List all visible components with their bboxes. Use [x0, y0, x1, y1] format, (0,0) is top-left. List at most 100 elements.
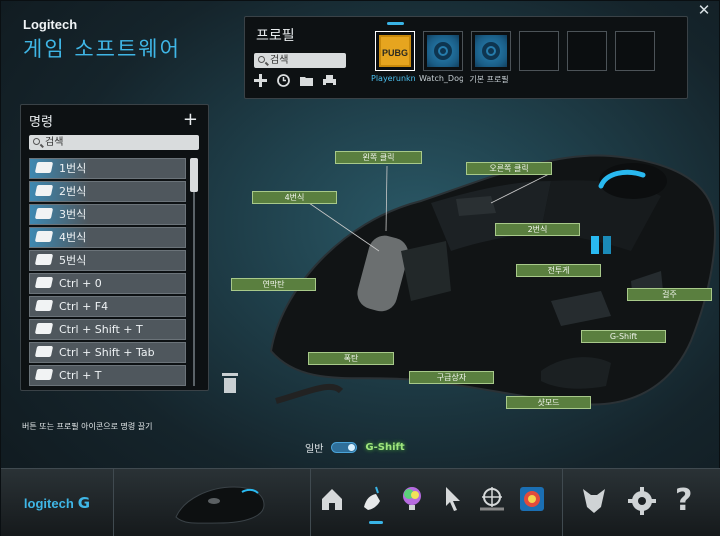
gear-icon — [475, 35, 507, 67]
profile-search-placeholder: 검색 — [270, 55, 289, 66]
command-item[interactable]: 2번식 — [29, 181, 186, 202]
commands-title: 명령 — [29, 115, 53, 130]
customize-buttons-icon[interactable] — [356, 483, 388, 515]
key-icon — [34, 277, 54, 288]
add-command-button[interactable]: + — [183, 111, 198, 129]
arx-control-icon[interactable] — [579, 485, 609, 517]
command-item[interactable]: Ctrl + 0 — [29, 273, 186, 294]
active-profile-marker — [387, 22, 404, 25]
profile-panel: 프로필 검색 PUBG Playerunkn Watch_Dog 기본 프로필 — [244, 16, 688, 99]
settings-icon[interactable] — [627, 485, 657, 517]
key-icon — [34, 323, 54, 334]
profile-slot-empty[interactable] — [615, 31, 655, 71]
home-icon[interactable] — [316, 483, 348, 515]
key-icon — [34, 300, 54, 311]
heatmap-icon[interactable] — [516, 483, 548, 515]
callout-left-click[interactable]: 왼쪽 클릭 — [335, 151, 422, 164]
command-item[interactable]: 1번식 — [29, 158, 186, 179]
profile-slot-label: Watch_Dogs — [419, 74, 463, 83]
command-item[interactable]: 5번식 — [29, 250, 186, 271]
command-list: 1번식 2번식 3번식 4번식 5번식 Ctrl + 0 Ctrl + F4 C… — [29, 158, 186, 388]
callout-button-4[interactable]: 4번식 — [252, 191, 337, 204]
profile-slots: PUBG — [375, 22, 655, 71]
command-search-input[interactable]: 검색 — [29, 135, 199, 150]
drag-hint: 버튼 또는 프로필 아이콘으로 명령 끌기 — [22, 422, 153, 431]
key-icon — [34, 185, 54, 196]
mode-gshift-label: G-Shift — [365, 442, 405, 453]
command-label: 1번식 — [59, 162, 87, 175]
callout-key-b[interactable]: 걸주 — [627, 288, 712, 301]
command-item[interactable]: Ctrl + F4 — [29, 296, 186, 317]
profile-slot-empty[interactable] — [567, 31, 607, 71]
callout-key-a[interactable]: 전투게 — [516, 264, 601, 277]
command-item[interactable]: Ctrl + T — [29, 365, 186, 386]
mouse-illustration — [269, 154, 716, 406]
command-item[interactable]: Ctrl + Shift + T — [29, 319, 186, 340]
mode-normal-label: 일반 — [305, 444, 324, 455]
profile-slot-label: Playerunknov — [371, 74, 415, 83]
profile-toolbar — [253, 73, 337, 89]
command-item[interactable]: 4번식 — [29, 227, 186, 248]
key-icon — [34, 231, 54, 242]
key-icon — [34, 162, 54, 173]
command-label: Ctrl + 0 — [59, 277, 102, 290]
command-label: Ctrl + Shift + T — [59, 323, 143, 336]
scroll-track — [193, 158, 195, 386]
gear-icon — [427, 35, 459, 67]
command-label: 3번식 — [59, 208, 87, 221]
feature-toolbar — [316, 483, 548, 515]
command-item[interactable]: 3번식 — [29, 204, 186, 225]
scroll-thumb[interactable] — [190, 158, 198, 192]
key-icon — [34, 346, 54, 357]
callout-key-c[interactable]: 폭탄 — [308, 352, 394, 365]
command-label: Ctrl + F4 — [59, 300, 109, 313]
clock-icon[interactable] — [276, 73, 291, 88]
switch-knob — [348, 444, 356, 451]
callout-key-d[interactable]: 구급상자 — [409, 371, 494, 384]
surface-tuning-icon[interactable] — [476, 483, 508, 515]
callout-key-e[interactable]: 샷모드 — [506, 396, 591, 409]
profile-slot-label: 기본 프로필 — [469, 75, 509, 84]
profile-slot-watch-dogs[interactable] — [423, 31, 463, 71]
command-scrollbar[interactable] — [190, 158, 198, 386]
command-label: 2번식 — [59, 185, 87, 198]
folder-icon[interactable] — [299, 73, 314, 88]
mode-toggle: 일반 G-Shift — [305, 440, 405, 455]
profile-slot-default[interactable] — [471, 31, 511, 71]
callout-gshift[interactable]: G-Shift — [581, 330, 666, 343]
active-feature-marker — [369, 521, 383, 524]
profile-slot-empty[interactable] — [519, 31, 559, 71]
system-toolbar: ? — [562, 469, 720, 536]
command-label: 5번식 — [59, 254, 87, 267]
command-label: Ctrl + Shift + Tab — [59, 346, 155, 359]
pointer-settings-icon[interactable] — [436, 483, 468, 515]
add-icon[interactable] — [253, 73, 268, 88]
callout-button-2[interactable]: 2번식 — [495, 223, 580, 236]
trash-icon[interactable] — [222, 373, 238, 393]
system-icons: ? — [579, 485, 692, 517]
logitech-logo: logitech G — [1, 469, 114, 536]
gshift-switch[interactable] — [331, 442, 358, 453]
logo-text: logitech — [23, 495, 74, 511]
key-icon — [34, 208, 54, 219]
callout-middle[interactable]: 연막탄 — [231, 278, 316, 291]
help-icon[interactable]: ? — [675, 485, 692, 517]
mouse-thumbnail-icon — [175, 486, 265, 524]
logo-mark: G — [77, 494, 91, 512]
search-icon — [33, 138, 40, 145]
pubg-icon: PUBG — [379, 35, 411, 67]
trash-body — [224, 378, 236, 393]
app-title: 게임 소프트웨어 — [23, 37, 181, 61]
key-icon — [34, 254, 54, 265]
commands-panel: 명령 + 검색 1번식 2번식 3번식 4번식 5번식 Ctrl + 0 Ctr… — [20, 104, 209, 391]
app-window: ✕ Logitech 게임 소프트웨어 프로필 검색 PUBG Playerun… — [0, 0, 720, 536]
lighting-icon[interactable] — [396, 483, 428, 515]
close-icon[interactable]: ✕ — [697, 3, 711, 18]
callout-right-click[interactable]: 오른쪽 클릭 — [466, 162, 552, 175]
command-item[interactable]: Ctrl + Shift + Tab — [29, 342, 186, 363]
search-icon — [258, 56, 265, 63]
printer-icon[interactable] — [322, 73, 337, 88]
profile-slot-pubg[interactable]: PUBG — [375, 22, 415, 71]
profile-search-input[interactable]: 검색 — [254, 53, 346, 68]
device-selector[interactable] — [114, 469, 311, 536]
